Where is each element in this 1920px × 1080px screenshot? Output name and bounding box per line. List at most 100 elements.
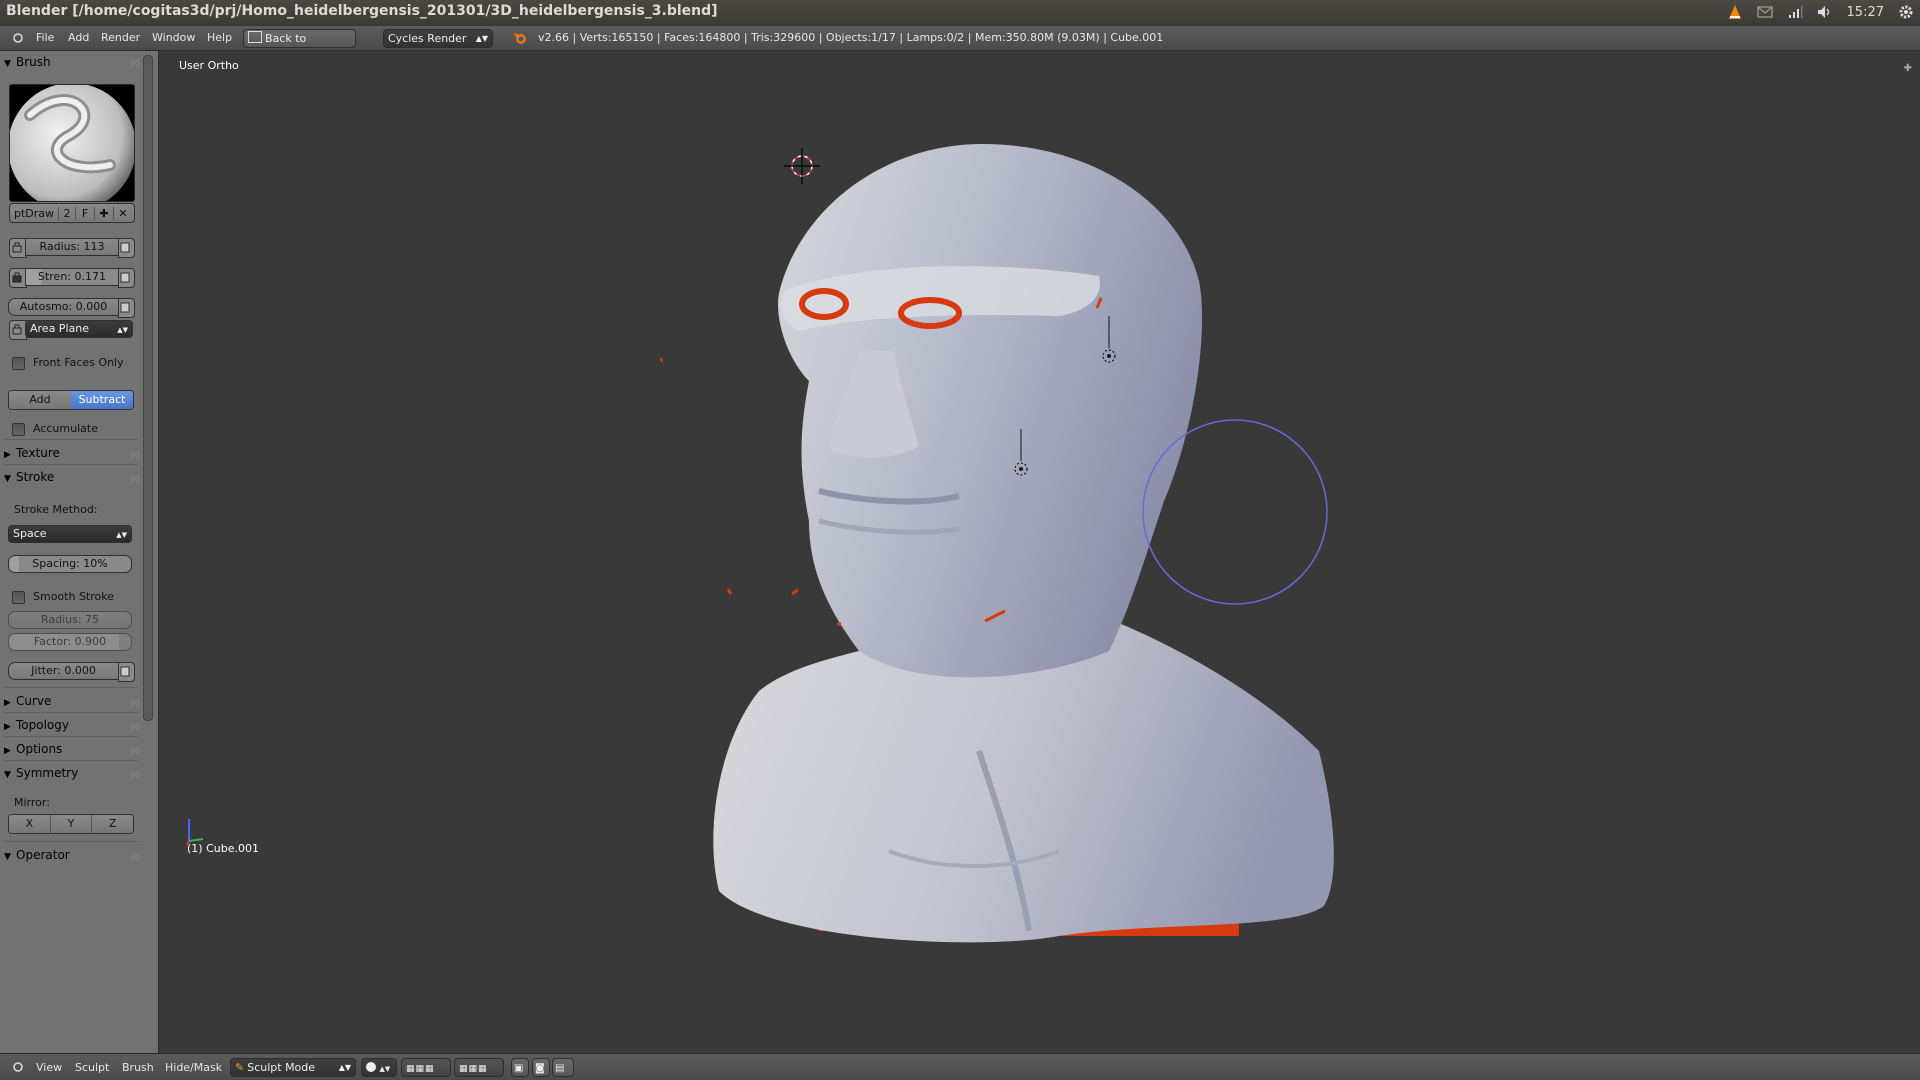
mirror-z-toggle[interactable]: Z	[91, 815, 133, 833]
brush-users-count[interactable]: 2	[58, 206, 75, 220]
mode-label: Sculpt Mode	[247, 1061, 316, 1074]
sculpt-mesh[interactable]	[159, 51, 1920, 1053]
subtract-button[interactable]: Subtract	[71, 391, 133, 409]
render-engine-label: Cycles Render	[388, 32, 467, 45]
operator-panel-header[interactable]: ▼ Operator	[4, 848, 70, 862]
panel-grip-icon[interactable]	[130, 723, 140, 731]
autosmooth-slider[interactable]: Autosmo: 0.000	[8, 298, 119, 316]
vlc-icon[interactable]	[1727, 4, 1743, 20]
panel-grip-icon[interactable]	[130, 699, 140, 707]
spacing-slider[interactable]: Spacing: 10%	[8, 555, 132, 573]
brush-name-field[interactable]: ptDraw	[10, 207, 58, 220]
clock[interactable]: 15:27	[1847, 5, 1884, 20]
layer-buttons-2[interactable]: ▦▦▦	[454, 1058, 504, 1077]
expand-triangle-icon: ▼	[4, 852, 11, 862]
accumulate-checkbox[interactable]	[12, 423, 25, 436]
symmetry-section-label: Symmetry	[16, 766, 79, 780]
strength-value: Stren: 0.171	[37, 270, 106, 283]
panel-grip-icon[interactable]	[130, 59, 140, 67]
smooth-factor-slider[interactable]: Factor: 0.900	[8, 633, 132, 651]
render-animation-button[interactable]: ▤	[552, 1058, 574, 1077]
mirror-x-toggle[interactable]: X	[9, 815, 50, 833]
symmetry-panel-header[interactable]: ▼ Symmetry	[4, 766, 78, 780]
dropdown-arrows-icon: ▲▼	[475, 34, 488, 43]
curve-section-label: Curve	[16, 694, 52, 708]
strength-pressure-icon[interactable]	[118, 268, 135, 288]
panel-grip-icon[interactable]	[130, 853, 140, 861]
radius-value: Radius: 113	[39, 240, 105, 253]
collapse-triangle-icon: ▶	[4, 746, 11, 756]
back-to-previous-button[interactable]: Back to Previous	[243, 29, 356, 63]
clapper-icon: ▤	[555, 1063, 565, 1074]
divider	[4, 439, 138, 440]
solid-shading-icon	[366, 1062, 376, 1072]
3d-viewport[interactable]: User Ortho ✚ (1) Cube.001	[159, 51, 1920, 1053]
menu-render[interactable]: Render	[101, 26, 140, 50]
mirror-y-toggle[interactable]: Y	[49, 815, 92, 833]
add-button[interactable]: Add	[9, 391, 71, 409]
curve-panel-header[interactable]: ▶ Curve	[4, 694, 51, 708]
stroke-method-dropdown[interactable]: Space ▲▼	[8, 525, 132, 543]
menu-sculpt[interactable]: Sculpt	[75, 1054, 109, 1080]
layer-buttons-1[interactable]: ▦▦▦	[401, 1058, 451, 1077]
gear-icon[interactable]	[1898, 4, 1914, 20]
front-faces-checkbox[interactable]	[12, 357, 25, 370]
layer-grid-icon: ▦▦▦	[459, 1064, 488, 1074]
unlink-brush-icon[interactable]: ✕	[113, 206, 132, 220]
window-title: Blender [/home/cogitas3d/prj/Homo_heidel…	[6, 3, 718, 19]
editor-type-icon[interactable]	[12, 32, 24, 44]
network-icon[interactable]	[1787, 4, 1803, 20]
jitter-pressure-icon[interactable]	[118, 662, 135, 682]
sculpt-plane-dropdown[interactable]: Area Plane ▲▼	[25, 320, 133, 338]
info-header: File Add Render Window Help Back to Prev…	[0, 26, 1920, 63]
new-brush-icon[interactable]: ✚	[94, 206, 113, 220]
autosmooth-pressure-icon[interactable]	[118, 298, 135, 318]
mode-dropdown[interactable]: ✎ Sculpt Mode ▲▼	[230, 1058, 356, 1077]
dropdown-arrows-icon: ▲▼	[117, 326, 128, 334]
menu-add[interactable]: Add	[68, 26, 89, 50]
tool-shelf-scrollbar[interactable]	[143, 55, 153, 721]
menu-brush[interactable]: Brush	[122, 1054, 154, 1080]
render-opengl-button[interactable]: ◙	[532, 1058, 550, 1077]
brush-datablock[interactable]: ptDraw 2 F ✚ ✕	[9, 203, 135, 223]
brush-panel-header[interactable]: ▼ Brush	[4, 55, 51, 69]
lock-camera-button[interactable]: ▣	[511, 1058, 529, 1077]
texture-panel-header[interactable]: ▶ Texture	[4, 446, 60, 460]
expand-triangle-icon: ▼	[4, 770, 11, 780]
radius-pressure-icon[interactable]	[118, 238, 135, 258]
topology-panel-header[interactable]: ▶ Topology	[4, 718, 69, 732]
volume-icon[interactable]	[1817, 4, 1833, 20]
mail-icon[interactable]	[1756, 4, 1773, 20]
stroke-panel-header[interactable]: ▼ Stroke	[4, 470, 54, 484]
mirror-axes: X Y Z	[8, 814, 134, 834]
editor-type-icon[interactable]	[12, 1061, 24, 1073]
texture-section-label: Texture	[16, 446, 60, 460]
panel-grip-icon[interactable]	[130, 771, 140, 779]
os-title-bar: Blender [/home/cogitas3d/prj/Homo_heidel…	[0, 0, 1920, 24]
strength-slider[interactable]: Stren: 0.171	[25, 268, 119, 286]
smooth-radius-slider[interactable]: Radius: 75	[8, 611, 132, 629]
radius-slider[interactable]: Radius: 113	[25, 238, 119, 256]
collapse-triangle-icon: ▶	[4, 698, 11, 708]
viewport-header: View Sculpt Brush Hide/Mask ✎ Sculpt Mode…	[0, 1053, 1920, 1080]
smooth-stroke-checkbox[interactable]	[12, 591, 25, 604]
panel-grip-icon[interactable]	[130, 747, 140, 755]
fake-user-button[interactable]: F	[75, 206, 94, 220]
menu-file[interactable]: File	[36, 26, 54, 50]
render-engine-dropdown[interactable]: Cycles Render ▲▼	[383, 29, 493, 48]
viewport-shading-dropdown[interactable]: ▲▼	[361, 1058, 397, 1077]
panel-grip-icon[interactable]	[130, 475, 140, 483]
menu-view[interactable]: View	[36, 1054, 62, 1080]
jitter-slider[interactable]: Jitter: 0.000	[8, 662, 119, 680]
menu-hide-mask[interactable]: Hide/Mask	[165, 1054, 222, 1080]
menu-window[interactable]: Window	[152, 26, 195, 50]
3d-cursor	[784, 148, 820, 184]
brush-preview[interactable]	[9, 84, 135, 202]
panel-grip-icon[interactable]	[130, 451, 140, 459]
smooth-radius-value: Radius: 75	[40, 613, 100, 626]
menu-help[interactable]: Help	[207, 26, 232, 50]
operator-section-label: Operator	[16, 848, 70, 862]
layer-grid-icon: ▦▦▦	[406, 1064, 435, 1074]
brush-mode-icon: ✎	[235, 1061, 245, 1074]
options-panel-header[interactable]: ▶ Options	[4, 742, 62, 756]
